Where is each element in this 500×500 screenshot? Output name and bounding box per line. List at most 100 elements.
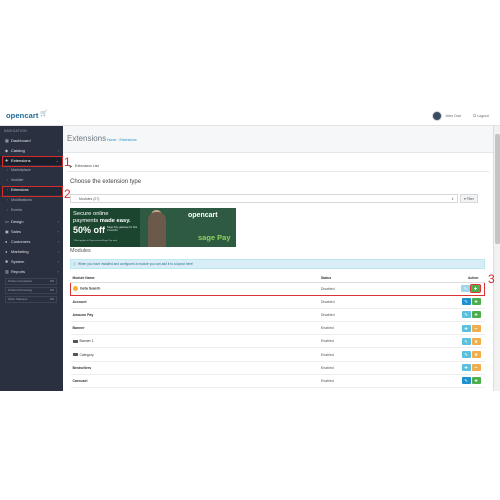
- column-header-status[interactable]: Status: [318, 274, 435, 283]
- module-actions: ✎ ✚: [434, 374, 485, 389]
- module-actions: ✎ ✚: [434, 308, 485, 323]
- stat-value: 0%: [49, 297, 54, 301]
- table-row: Geta Search Disabled ✎ ✚: [69, 281, 485, 296]
- breadcrumb: Home › Extensions: [107, 138, 137, 142]
- sidebar-item-dashboard[interactable]: ▦ Dashboard: [0, 136, 63, 145]
- module-status: Enabled: [318, 347, 435, 362]
- add-module-button[interactable]: ✚: [461, 324, 471, 332]
- module-name: Account: [72, 299, 87, 304]
- sagepay-banner[interactable]: Secure online payments made easy. 50% of…: [70, 208, 236, 247]
- install-button[interactable]: ✚: [471, 298, 481, 306]
- sidebar-item-sales[interactable]: ▣ Sales ›: [0, 227, 63, 236]
- bar-chart-icon: ▥: [5, 269, 9, 274]
- stat-orders-processing: Orders Processing 0%: [5, 287, 57, 294]
- module-status: Disabled: [318, 281, 435, 296]
- edit-button[interactable]: ✎: [461, 298, 471, 306]
- sidebar-item-marketing[interactable]: ◂ Marketing ›: [0, 247, 63, 256]
- sidebar-item-installer[interactable]: › Installer: [0, 176, 63, 185]
- select-value: Modules (27): [79, 197, 100, 201]
- tag-icon: ◆: [5, 148, 9, 153]
- user-icon: ●: [5, 239, 8, 244]
- annotation-number-3: 3: [488, 272, 495, 286]
- delete-button[interactable]: ✖: [471, 351, 481, 359]
- module-name: Banner 1: [79, 339, 94, 344]
- monitor-icon: ▭: [5, 219, 9, 224]
- filter-button[interactable]: ▾ Filter: [460, 194, 478, 203]
- sidebar-item-design[interactable]: ▭ Design ›: [0, 217, 63, 226]
- sidebar-item-events[interactable]: › Events: [0, 206, 63, 215]
- module-name: Bestsellers: [72, 365, 92, 370]
- bullet-icon: ›: [7, 178, 9, 182]
- stat-value: 0%: [49, 288, 54, 292]
- stat-value: 0%: [49, 279, 54, 283]
- banner-line2: payments: [73, 217, 99, 224]
- banner-sagepay-logo: sage Pay: [198, 233, 231, 242]
- user-name[interactable]: John Doe: [445, 114, 461, 118]
- table-row: Account Disabled ✎ ✚: [70, 295, 485, 309]
- opencart-logo[interactable]: opencart: [6, 111, 38, 120]
- chevron-right-icon: ›: [57, 259, 59, 264]
- chevron-right-icon: ›: [57, 239, 59, 244]
- logout-label: Logout: [477, 114, 489, 118]
- gear-icon: ✱: [5, 259, 9, 264]
- edit-button[interactable]: ✎: [461, 377, 471, 385]
- sidebar-item-label: Reports: [11, 269, 26, 274]
- delete-button[interactable]: ✖: [471, 337, 481, 345]
- sidebar-item-reports[interactable]: ▥ Reports ›: [0, 267, 63, 276]
- uninstall-button[interactable]: ━: [471, 364, 481, 372]
- banner-fineprint: *Offer applies to Pay-in-stores/Sage Pay…: [73, 240, 117, 242]
- module-actions: ✎ ✚: [434, 281, 485, 296]
- edit-button[interactable]: ✎: [461, 351, 471, 359]
- breadcrumb-home[interactable]: Home: [107, 138, 116, 142]
- sidebar-item-customers[interactable]: ● Customers ›: [0, 237, 63, 246]
- annotation-box-1: [2, 156, 63, 167]
- sidebar-item-modifications[interactable]: › Modifications: [0, 196, 63, 205]
- banner-opencart-logo: opencart: [188, 212, 218, 219]
- folder-icon: [72, 352, 78, 357]
- panel-heading: ✚ Extension List: [67, 161, 489, 172]
- choose-heading: Choose the extension type: [70, 179, 142, 185]
- chevron-right-icon: ›: [57, 148, 59, 153]
- install-button[interactable]: ✚: [471, 377, 481, 385]
- plugin-icon: [73, 286, 78, 292]
- edit-button[interactable]: ✎: [461, 337, 471, 345]
- scrollbar-thumb[interactable]: [495, 134, 500, 244]
- bullet-icon: ›: [7, 168, 9, 172]
- column-header-name[interactable]: Module Name: [70, 274, 319, 283]
- module-actions: ✎ ✖: [434, 347, 485, 362]
- alert-text: When you have installed and configured a…: [78, 262, 194, 266]
- edit-button[interactable]: ✎: [461, 311, 471, 319]
- sidebar-item-catalog[interactable]: ◆ Catalog ›: [0, 146, 63, 155]
- info-alert: ⓘ When you have installed and configured…: [70, 259, 485, 269]
- module-name-cell: Banner 1: [70, 334, 319, 349]
- module-status: Enabled: [318, 361, 435, 375]
- bullet-icon: ›: [7, 208, 9, 212]
- stat-label: Orders Completed: [8, 279, 32, 283]
- sidebar-item-system[interactable]: ✱ System ›: [0, 257, 63, 266]
- logout-link[interactable]: ⏻ Logout: [473, 114, 489, 118]
- dashboard-icon: ▦: [5, 138, 9, 143]
- module-name-cell: Geta Search: [69, 281, 319, 296]
- banner-line2-bold: made easy.: [99, 217, 131, 224]
- module-name-cell: Bestsellers: [70, 361, 319, 375]
- uninstall-button[interactable]: ━: [471, 324, 481, 332]
- module-actions: ✚ ━: [434, 321, 485, 336]
- page-title: Extensions: [67, 134, 107, 143]
- sidebar-item-label: Marketplace: [11, 168, 31, 172]
- modules-table: Module Name Status Action Geta Search Di…: [69, 274, 485, 389]
- sidebar-item-label: Dashboard: [11, 138, 31, 143]
- module-name-cell: Amazon Pay: [70, 308, 319, 323]
- table-row: Bestsellers Enabled ✚ ━: [70, 361, 485, 375]
- install-button[interactable]: ✚: [471, 311, 481, 319]
- extension-type-select[interactable]: Modules (27) ⇕: [70, 194, 458, 203]
- edit-button[interactable]: ✎: [461, 285, 470, 293]
- sidebar-item-label: Modifications: [11, 198, 32, 202]
- stat-label: Other Statuses: [8, 297, 28, 301]
- install-button[interactable]: ✚: [469, 283, 482, 294]
- breadcrumb-extensions[interactable]: Extensions: [119, 138, 136, 142]
- avatar[interactable]: [432, 111, 442, 121]
- add-module-button[interactable]: ✚: [461, 364, 471, 372]
- vertical-scrollbar[interactable]: [493, 126, 500, 391]
- sidebar-item-marketplace[interactable]: › Marketplace: [0, 166, 63, 175]
- module-name-cell: Carousel: [70, 374, 319, 389]
